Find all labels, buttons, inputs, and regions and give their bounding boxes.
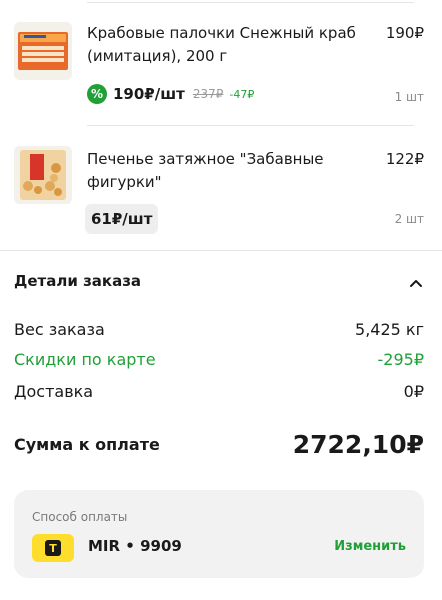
cart-item[interactable]: Крабовые палочки Снежный краб (имитация)…: [0, 0, 442, 126]
unit-price: 190₽/шт: [113, 85, 185, 103]
row-value: 5,425 кг: [355, 320, 424, 339]
product-image: [14, 146, 72, 204]
total-value: 2722,10₽: [292, 430, 424, 459]
cart-item[interactable]: Печенье затяжное "Забавные фигурки" 122₽…: [0, 126, 442, 252]
product-name[interactable]: Печенье затяжное "Забавные фигурки": [87, 148, 370, 194]
percent-icon: %: [87, 84, 107, 104]
card-number: MIR • 9909: [88, 537, 182, 555]
total-row: Сумма к оплате 2722,10₽: [14, 430, 424, 459]
product-image: [14, 22, 72, 80]
item-quantity: 2 шт: [394, 212, 424, 226]
item-quantity: 1 шт: [394, 90, 424, 104]
unit-price-row: % 190₽/шт 237₽ -47₽: [87, 82, 254, 106]
bank-logo-icon: T: [32, 534, 74, 562]
row-label: Доставка: [14, 382, 94, 401]
delivery-row: Доставка 0₽: [14, 380, 424, 404]
row-label: Вес заказа: [14, 320, 105, 339]
row-label: Скидки по карте: [14, 350, 156, 369]
payment-method-label: Способ оплаты: [32, 510, 128, 524]
item-total-price: 122₽: [385, 150, 424, 168]
chevron-up-icon[interactable]: [408, 276, 424, 290]
divider: [0, 250, 442, 251]
change-payment-button[interactable]: Изменить: [334, 539, 406, 554]
item-total-price: 190₽: [385, 24, 424, 42]
payment-method-card[interactable]: Способ оплаты T MIR • 9909 Изменить: [14, 490, 424, 578]
unit-price: 61₽/шт: [85, 204, 159, 234]
old-price: 237₽: [192, 87, 224, 101]
row-value: -295₽: [377, 350, 425, 369]
order-details-title[interactable]: Детали заказа: [14, 272, 141, 290]
discount-amount: -47₽: [229, 87, 255, 101]
product-name[interactable]: Крабовые палочки Снежный краб (имитация)…: [87, 22, 370, 68]
total-label: Сумма к оплате: [14, 435, 160, 454]
order-weight-row: Вес заказа 5,425 кг: [14, 318, 424, 342]
card-discount-row: Скидки по карте -295₽: [14, 348, 424, 372]
row-value: 0₽: [403, 382, 424, 401]
